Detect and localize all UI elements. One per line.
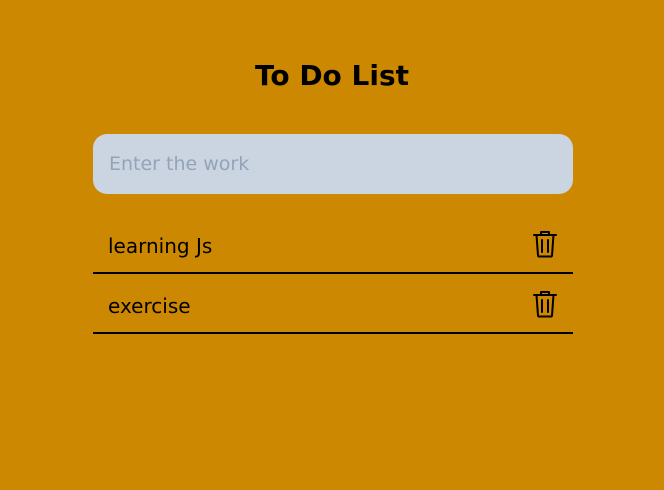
todo-app: To Do List learning Js exercise xyxy=(0,0,664,490)
todo-input[interactable] xyxy=(93,134,573,194)
todo-item-text: learning Js xyxy=(108,234,213,258)
trash-icon xyxy=(533,291,557,318)
delete-button[interactable] xyxy=(531,289,559,319)
todo-list: learning Js exercise xyxy=(93,214,573,334)
trash-icon xyxy=(533,231,557,258)
page-title: To Do List xyxy=(254,59,410,92)
todo-item-text: exercise xyxy=(108,294,191,318)
todo-item: exercise xyxy=(93,274,573,334)
delete-button[interactable] xyxy=(531,229,559,259)
todo-item: learning Js xyxy=(93,214,573,274)
todo-input-wrapper xyxy=(93,134,573,194)
